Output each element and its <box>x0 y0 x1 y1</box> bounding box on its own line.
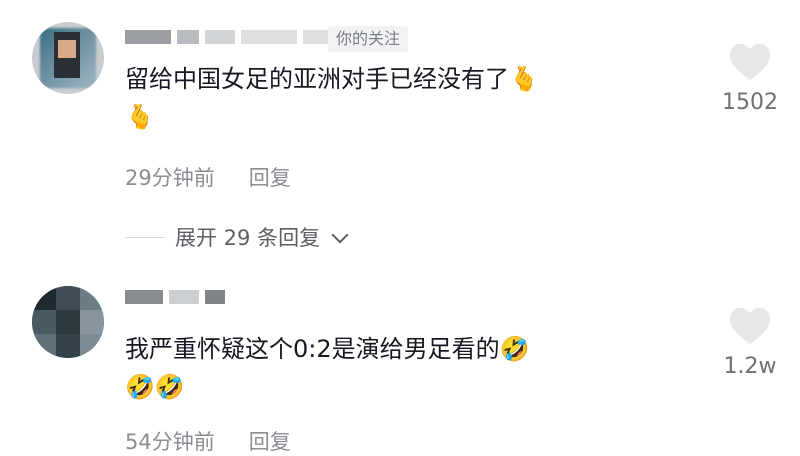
comment-item: 我严重怀疑这个0:2是演给男足看的🤣 🤣🤣 54分钟前 回复 1.2w <box>0 270 800 456</box>
follow-tag: 你的关注 <box>328 26 409 52</box>
like-count: 1.2w <box>723 354 777 379</box>
comment-time: 54分钟前 <box>125 430 215 454</box>
chevron-down-icon <box>331 226 349 243</box>
comment-time: 29分钟前 <box>125 166 215 190</box>
heart-icon <box>730 43 770 81</box>
comment-meta: 54分钟前 回复 <box>125 426 291 456</box>
rolling-laughing-emoji: 🤣🤣 <box>125 373 185 401</box>
comment-meta: 29分钟前 回复 <box>125 162 291 192</box>
heart-icon <box>730 307 770 345</box>
rolling-laughing-emoji: 🤣 <box>499 335 530 363</box>
username-redacted[interactable] <box>125 286 225 308</box>
comment-item: 你的关注 留给中国女足的亚洲对手已经没有了🫰 🫰 29分钟前 回复 展开 29 … <box>0 0 800 260</box>
comment-text-line: 我严重怀疑这个0:2是演给男足看的 <box>125 335 500 363</box>
finger-heart-emoji: 🫰 <box>125 103 155 131</box>
like-button[interactable]: 1.2w <box>705 306 795 379</box>
comment-text-line: 留给中国女足的亚洲对手已经没有了 <box>125 65 509 93</box>
avatar[interactable] <box>32 286 104 358</box>
expand-replies-label: 展开 29 条回复 <box>175 226 321 250</box>
avatar[interactable] <box>32 22 104 94</box>
username-redacted[interactable] <box>125 26 339 48</box>
reply-button[interactable]: 回复 <box>249 426 291 456</box>
reply-button[interactable]: 回复 <box>249 162 291 192</box>
divider <box>125 236 165 238</box>
like-count: 1502 <box>722 90 778 115</box>
expand-replies-button[interactable]: 展开 29 条回复 <box>125 222 349 252</box>
finger-heart-emoji: 🫰 <box>509 65 539 93</box>
comment-text: 我严重怀疑这个0:2是演给男足看的🤣 🤣🤣 <box>125 330 685 406</box>
like-button[interactable]: 1502 <box>705 42 795 115</box>
comment-text: 留给中国女足的亚洲对手已经没有了🫰 🫰 <box>125 60 685 136</box>
